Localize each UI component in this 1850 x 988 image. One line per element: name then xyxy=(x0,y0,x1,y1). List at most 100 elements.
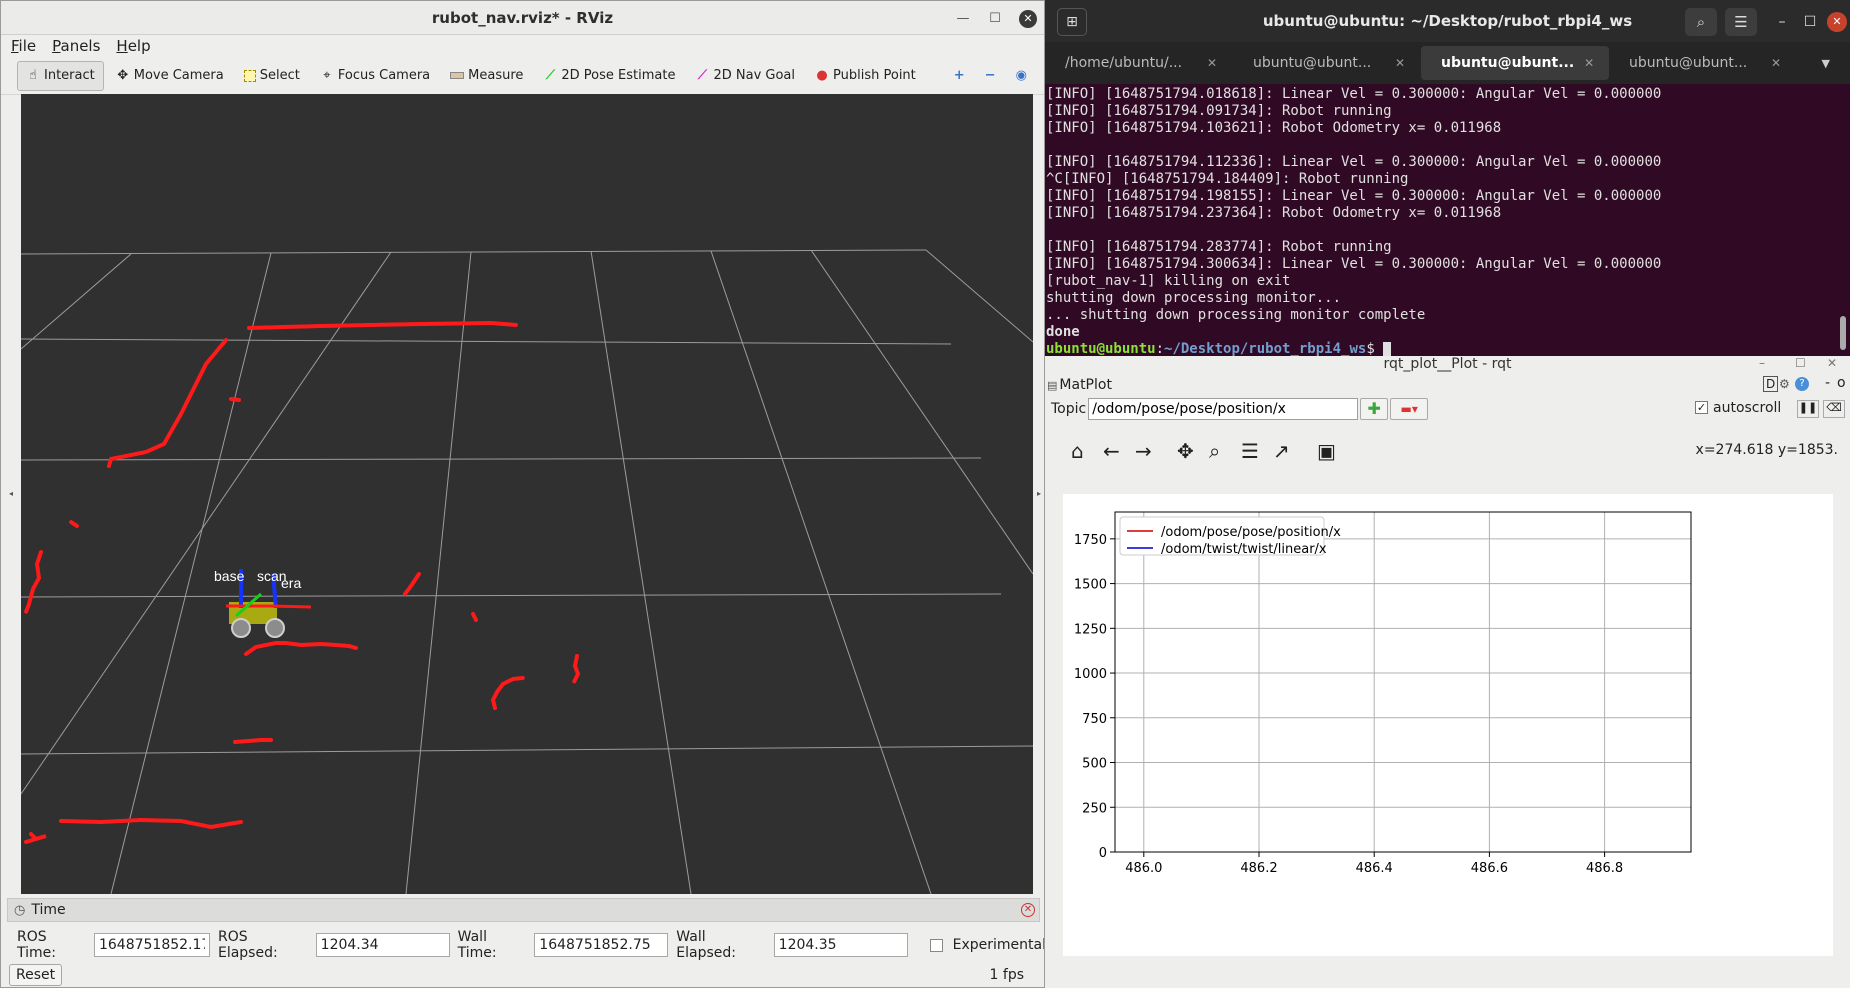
edit-axis-icon[interactable]: ↗ xyxy=(1273,439,1290,463)
reset-button[interactable]: Reset xyxy=(9,964,63,986)
measure-tool-button[interactable]: Measure xyxy=(442,61,531,91)
terminal-prompt[interactable]: ubuntu@ubuntu:~/Desktop/rubot_rbpi4_ws$ xyxy=(1046,341,1850,356)
hide-icon[interactable]: - xyxy=(1825,375,1830,391)
tabs-dropdown-icon[interactable]: ▼ xyxy=(1822,57,1830,70)
tab-close-icon[interactable]: ✕ xyxy=(1207,56,1217,70)
experimental-checkbox[interactable] xyxy=(929,938,943,952)
experimental-label: Experimental xyxy=(952,937,1045,953)
home-icon[interactable]: ⌂ xyxy=(1071,439,1084,463)
rqt-titlebar[interactable]: rqt_plot__Plot - rqt – ☐ ✕ xyxy=(1045,356,1850,374)
zoom-icon[interactable]: ⌕ xyxy=(1209,439,1220,463)
terminal-line: [INFO] [1648751794.018618]: Linear Vel =… xyxy=(1046,86,1662,102)
terminal-tab-3[interactable]: ubuntu@ubunt... ✕ xyxy=(1421,46,1609,80)
close-panel-icon[interactable]: ✕ xyxy=(1021,903,1035,917)
terminal-scrollbar[interactable] xyxy=(1840,316,1846,350)
right-panel-collapse-handle[interactable]: ▸ xyxy=(1035,94,1044,894)
hamburger-menu-icon[interactable]: ☰ xyxy=(1725,8,1757,36)
ros-time-field[interactable] xyxy=(93,933,210,957)
tool-label: Publish Point xyxy=(833,68,916,83)
plugin-name: MatPlot xyxy=(1059,377,1112,393)
menu-panels[interactable]: Panels xyxy=(52,37,100,55)
x-tick-label: 486.8 xyxy=(1586,861,1623,876)
maximize-icon[interactable]: ☐ xyxy=(1795,356,1806,370)
terminal-line: [INFO] [1648751794.091734]: Robot runnin… xyxy=(1046,103,1392,119)
select-tool-button[interactable]: Select xyxy=(236,61,308,91)
topic-input[interactable] xyxy=(1088,398,1359,420)
add-topic-button[interactable]: ✚ xyxy=(1360,398,1389,420)
menu-file[interactable]: File xyxy=(11,37,36,55)
minimize-icon[interactable]: – xyxy=(1772,12,1792,32)
remove-tool-icon[interactable]: − xyxy=(977,61,1004,91)
maximize-icon[interactable]: ☐ xyxy=(1800,12,1820,32)
wall-time-label: Wall Time: xyxy=(457,929,497,961)
tool-label: Focus Camera xyxy=(337,68,431,83)
nav-goal-tool-button[interactable]: ⟋ 2D Nav Goal xyxy=(687,61,803,91)
interact-tool-button[interactable]: ☝ Interact xyxy=(17,60,104,91)
tool-label: Select xyxy=(259,68,300,83)
terminal-tab-4[interactable]: ubuntu@ubunt... ✕ xyxy=(1609,46,1797,80)
terminal-window: ⊞ ubuntu@ubuntu: ~/Desktop/rubot_rbpi4_w… xyxy=(1045,0,1850,356)
close-icon[interactable]: ✕ xyxy=(1019,10,1037,28)
focus-camera-tool-button[interactable]: ⌖ Focus Camera xyxy=(312,61,438,91)
reload-icon[interactable]: ⚙ xyxy=(1779,377,1790,391)
pink-arrow-icon: ⟋ xyxy=(697,68,708,83)
y-tick-label: 1750 xyxy=(1074,533,1107,548)
configure-subplots-icon[interactable]: ☰ xyxy=(1241,439,1259,463)
maximize-icon[interactable]: ☐ xyxy=(986,10,1004,28)
y-tick-label: 500 xyxy=(1082,757,1107,772)
move-camera-tool-button[interactable]: ✥ Move Camera xyxy=(108,61,232,91)
cursor-coordinates: x=274.618 y=1853. xyxy=(1695,442,1838,458)
pose-estimate-tool-button[interactable]: ⟋ 2D Pose Estimate xyxy=(535,61,683,91)
remove-topic-button[interactable]: ▬▾ xyxy=(1390,398,1429,420)
ros-elapsed-label: ROS Elapsed: xyxy=(217,929,278,961)
pan-icon[interactable]: ✥ xyxy=(1177,439,1194,463)
tab-close-icon[interactable]: ✕ xyxy=(1395,56,1405,70)
terminal-output[interactable]: [INFO] [1648751794.018618]: Linear Vel =… xyxy=(1045,84,1850,356)
fps-readout: 1 fps xyxy=(989,967,1024,983)
plot-canvas[interactable]: 0 250 500 750 1000 1250 1500 1750 486.0 486.2 486.… xyxy=(1063,494,1833,956)
save-icon[interactable]: ▣ xyxy=(1317,439,1336,463)
help-icon[interactable]: ? xyxy=(1795,377,1809,391)
tab-close-icon[interactable]: ✕ xyxy=(1771,56,1781,70)
publish-point-tool-button[interactable]: ● Publish Point xyxy=(807,61,924,91)
terminal-tab-1[interactable]: /home/ubuntu/... ✕ xyxy=(1045,46,1233,80)
close-plugin-icon[interactable]: o xyxy=(1837,375,1846,391)
plugin-header: ▤ MatPlot D ⚙ ? - o xyxy=(1045,374,1850,396)
focus-camera-icon: ⌖ xyxy=(323,68,331,83)
terminal-titlebar[interactable]: ⊞ ubuntu@ubuntu: ~/Desktop/rubot_rbpi4_w… xyxy=(1045,0,1850,42)
time-panel-title: Time xyxy=(31,902,66,918)
autoscroll-checkbox[interactable]: ✓ xyxy=(1695,401,1708,414)
search-icon[interactable]: ⌕ xyxy=(1685,8,1717,36)
close-icon[interactable]: ✕ xyxy=(1827,12,1847,32)
rviz-window-title: rubot_nav.rviz* - RViz xyxy=(431,9,614,27)
autoscroll-label: autoscroll xyxy=(1713,400,1782,416)
green-arrow-icon: ⟋ xyxy=(545,68,555,83)
terminal-line: [INFO] [1648751794.237364]: Robot Odomet… xyxy=(1046,205,1502,221)
left-panel-collapse-handle[interactable]: ◂ xyxy=(7,94,17,894)
rviz-toolbar: ☝ Interact ✥ Move Camera Select ⌖ Focus Cam… xyxy=(1,57,1044,95)
wall-elapsed-field[interactable] xyxy=(773,933,908,957)
close-icon[interactable]: ✕ xyxy=(1827,356,1837,370)
forward-arrow-icon[interactable]: → xyxy=(1135,439,1152,463)
back-arrow-icon[interactable]: ← xyxy=(1103,439,1120,463)
clear-icon[interactable]: ⌫ xyxy=(1823,400,1845,418)
minimize-icon[interactable]: – xyxy=(1759,356,1765,370)
minimize-icon[interactable]: — xyxy=(954,10,972,28)
terminal-tab-2[interactable]: ubuntu@ubunt... ✕ xyxy=(1233,46,1421,80)
add-tool-icon[interactable]: + xyxy=(946,61,973,91)
3d-viewport[interactable]: base scan era xyxy=(21,94,1033,894)
frame-label-camera: era xyxy=(281,575,301,591)
rviz-titlebar[interactable]: rubot_nav.rviz* - RViz — ☐ ✕ xyxy=(1,1,1044,35)
ros-elapsed-field[interactable] xyxy=(315,933,450,957)
eye-icon[interactable]: ◉ xyxy=(1008,61,1035,91)
pause-icon[interactable]: ❚❚ xyxy=(1797,400,1819,418)
ros-time-label: ROS Time: xyxy=(17,929,56,961)
menu-help[interactable]: Help xyxy=(116,37,150,55)
dock-button[interactable]: D xyxy=(1763,376,1779,392)
legend-entry: /odom/pose/pose/position/x xyxy=(1161,525,1341,540)
wall-time-field[interactable] xyxy=(534,933,669,957)
select-box-icon xyxy=(243,69,256,82)
tab-close-icon[interactable]: ✕ xyxy=(1584,56,1594,70)
